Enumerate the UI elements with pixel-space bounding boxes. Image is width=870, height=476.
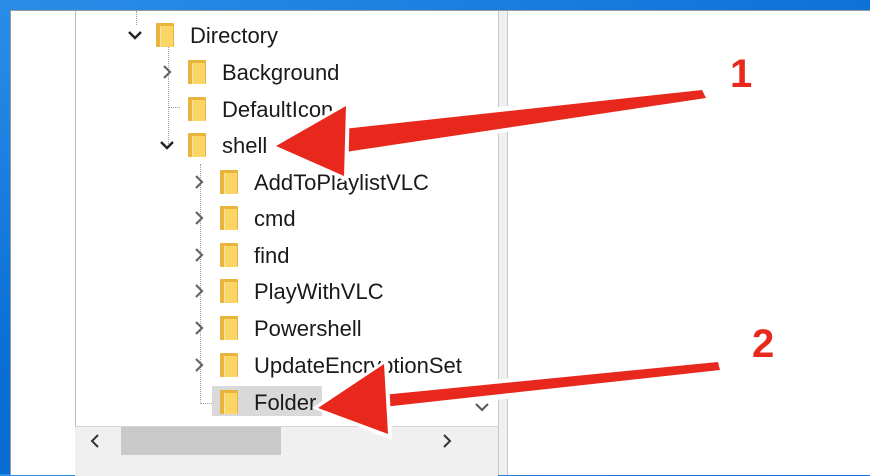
horizontal-scrollbar[interactable] — [75, 426, 498, 476]
tree-node-label: Directory — [190, 23, 279, 48]
tree-node-label: UpdateEncryptionSet — [254, 353, 462, 378]
tree-node-label: Powershell — [254, 316, 362, 341]
chevron-right-icon[interactable] — [188, 317, 210, 339]
chevron-down-icon[interactable] — [124, 24, 146, 46]
tree-node-powershell[interactable]: Powershell — [76, 311, 506, 345]
tree-node-label: DefaultIcon — [222, 97, 334, 122]
tree-node-find[interactable]: find — [76, 238, 506, 272]
tree-node-folder-selected[interactable]: Folder — [76, 385, 506, 419]
folder-icon — [188, 133, 208, 157]
tree-node-label: Folder — [254, 390, 317, 415]
tree-node-directory[interactable]: Directory — [76, 18, 496, 52]
tree-node-label: Background — [222, 60, 340, 85]
chevron-right-icon[interactable] — [156, 61, 178, 83]
chevron-down-icon[interactable] — [156, 134, 178, 156]
pane-splitter[interactable] — [498, 11, 508, 475]
tree-node-addtoplaylistvlc[interactable]: AddToPlaylistVLC — [76, 165, 506, 199]
callout-number-2: 2 — [752, 322, 775, 366]
folder-icon — [220, 390, 240, 414]
chevron-right-icon[interactable] — [188, 280, 210, 302]
chevron-left-icon[interactable] — [83, 429, 107, 453]
tree-node-label: PlayWithVLC — [254, 279, 384, 304]
folder-icon — [220, 316, 240, 340]
tree-node-background[interactable]: Background — [76, 55, 496, 89]
folder-icon — [220, 170, 240, 194]
tree-node-label: shell — [222, 133, 268, 158]
callout-number-1: 1 — [730, 52, 753, 96]
chevron-right-icon[interactable] — [188, 244, 210, 266]
chevron-right-icon[interactable] — [435, 429, 459, 453]
folder-icon — [220, 353, 240, 377]
tree-node-label: cmd — [254, 206, 296, 231]
chevron-right-icon[interactable] — [188, 171, 210, 193]
folder-icon — [220, 279, 240, 303]
chevron-right-icon[interactable] — [188, 354, 210, 376]
folder-icon — [220, 206, 240, 230]
folder-icon — [156, 23, 176, 47]
folder-icon — [188, 60, 208, 84]
tree-node-cmd[interactable]: cmd — [76, 201, 506, 235]
tree-node-updateencryptionset[interactable]: UpdateEncryptionSet — [76, 348, 508, 382]
values-pane[interactable] — [508, 11, 870, 475]
folder-icon — [220, 243, 240, 267]
scrollbar-thumb[interactable] — [121, 427, 281, 455]
tree-node-label: find — [254, 243, 290, 268]
scroll-down-icon[interactable] — [470, 395, 494, 419]
tree-node-playwithvlc[interactable]: PlayWithVLC — [76, 274, 506, 308]
chevron-right-icon[interactable] — [188, 207, 210, 229]
registry-key-tree[interactable]: Directory Background DefaultIcon shell A… — [75, 11, 508, 475]
tree-node-defaulticon[interactable]: DefaultIcon — [76, 92, 496, 126]
folder-icon — [188, 97, 208, 121]
tree-node-label: AddToPlaylistVLC — [254, 170, 429, 195]
tree-node-shell[interactable]: shell — [76, 128, 496, 162]
